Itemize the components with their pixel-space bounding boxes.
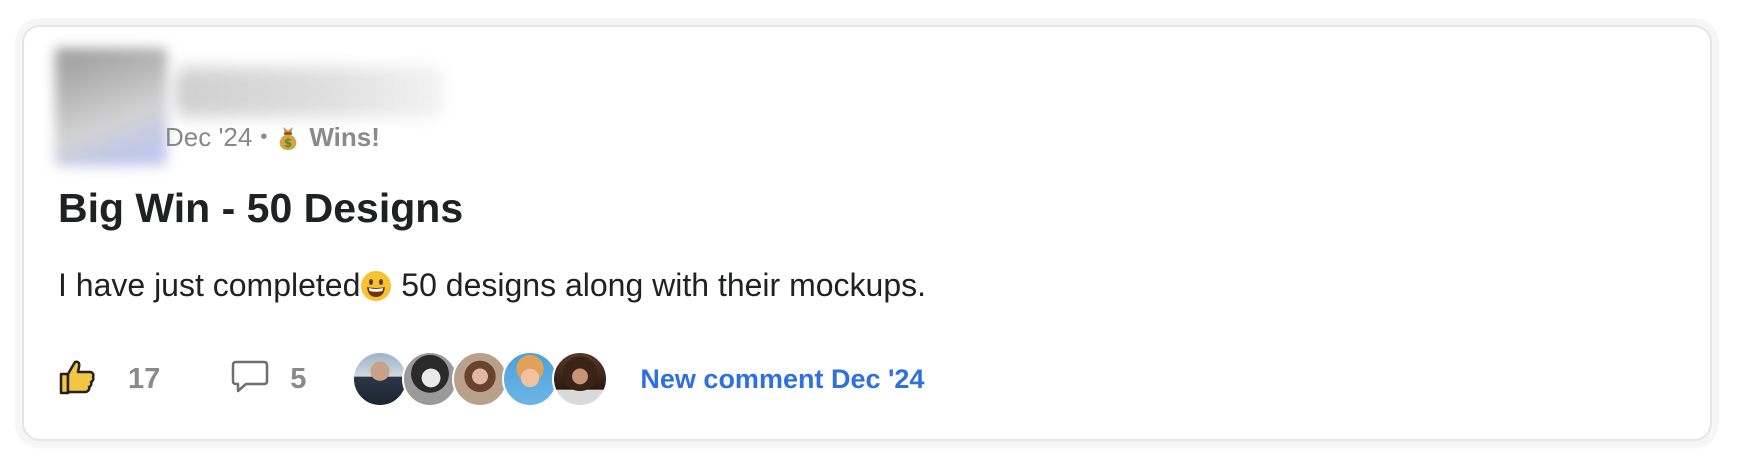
post-date: Dec '24	[165, 122, 253, 152]
post-category[interactable]: Wins!	[309, 122, 380, 153]
grinning-face-icon	[360, 270, 392, 302]
svg-text:$: $	[284, 136, 292, 150]
new-comment-link[interactable]: New comment Dec '24	[640, 364, 924, 395]
like-button[interactable]: 17	[58, 358, 160, 401]
post-meta: Dec '24 • $ Wins!	[165, 122, 380, 153]
meta-separator: •	[260, 126, 268, 148]
post-title[interactable]: Big Win - 50 Designs	[58, 185, 463, 232]
avatar[interactable]	[502, 351, 559, 407]
author-avatar[interactable]	[55, 48, 167, 166]
post-footer: 17 5 New comment Dec '24	[58, 349, 924, 409]
post-body: I have just completed 50 designs along w…	[58, 267, 926, 304]
avatar[interactable]	[352, 351, 409, 407]
post-body-text-start: I have just completed	[58, 267, 361, 303]
thumbs-up-icon[interactable]	[58, 358, 96, 401]
avatar[interactable]	[452, 351, 509, 407]
comment-button[interactable]: 5	[230, 358, 306, 401]
author-name[interactable]	[174, 67, 444, 117]
post-body-text-end: 50 designs along with their mockups.	[392, 267, 927, 303]
avatar[interactable]	[402, 351, 459, 407]
like-count: 17	[128, 362, 161, 395]
participant-avatars[interactable]	[352, 351, 609, 407]
post-card[interactable]: Dec '24 • $ Wins! Big Win - 50 Designs I…	[22, 25, 1712, 441]
comment-count: 5	[290, 362, 307, 395]
comment-bubble-icon[interactable]	[230, 358, 270, 401]
avatar[interactable]	[552, 351, 609, 407]
money-bag-icon: $	[275, 124, 301, 152]
